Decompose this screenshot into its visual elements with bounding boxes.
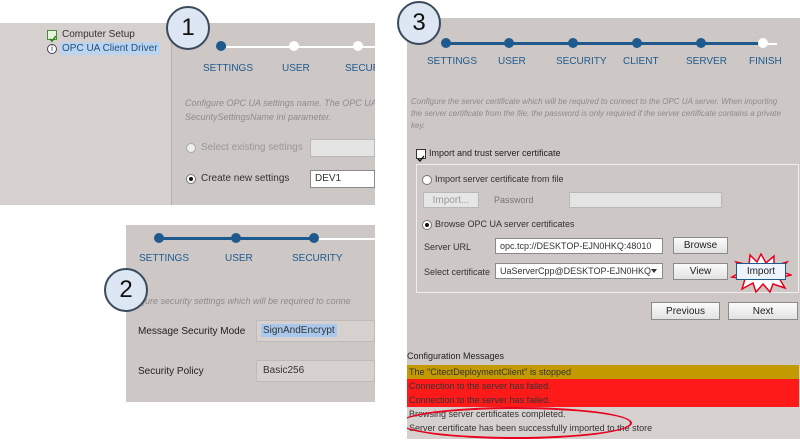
progress-dot-user	[289, 41, 299, 51]
import-from-file-label: Import server certificate from file	[435, 174, 564, 184]
progress-dot-security	[353, 41, 363, 51]
select-certificate-label: Select certificate	[424, 267, 491, 277]
progress-rail-pending	[314, 238, 375, 240]
step-label-server: SERVER	[686, 56, 727, 67]
security-policy-dropdown[interactable]: Basic256	[256, 360, 375, 382]
option-select-existing-label: Select existing settings	[201, 142, 303, 153]
step-badge-number: 1	[181, 14, 195, 41]
radio-select-existing[interactable]	[186, 143, 196, 153]
server-url-label: Server URL	[424, 242, 472, 252]
step-label-user: USER	[225, 253, 253, 264]
panel-server: SETTINGS USER SECURITY CLIENT SERVER FIN…	[407, 18, 800, 439]
step-badge-2: 2	[104, 268, 148, 312]
select-certificate-dropdown[interactable]: UaServerCpp@DESKTOP-EJN0HKQ	[495, 263, 663, 279]
step-label-security: SECURI	[345, 63, 375, 74]
chevron-down-icon	[651, 269, 657, 273]
description-line-2: SecuritySettingsName ini parameter.	[185, 112, 332, 122]
progress-dot-security	[309, 233, 319, 243]
progress-dot-user	[231, 233, 241, 243]
radio-create-new[interactable]	[186, 174, 196, 184]
previous-button[interactable]: Previous	[651, 302, 720, 320]
security-description: gure security settings which will be req…	[140, 296, 351, 306]
step-label-user: USER	[498, 56, 526, 67]
progress-rail-done	[446, 42, 763, 45]
radio-browse-certificates[interactable]	[422, 220, 432, 230]
step-label-settings: SETTINGS	[427, 56, 478, 67]
message-security-mode-label: Message Security Mode	[138, 326, 246, 337]
step-badge-number: 3	[412, 9, 426, 36]
next-button[interactable]: Next	[728, 302, 798, 320]
message-security-mode-value: SignAndEncrypt	[261, 324, 337, 337]
step-label-finish: FINISH	[749, 56, 782, 67]
radio-import-from-file[interactable]	[422, 175, 432, 185]
message-row: Connection to the server has failed.	[407, 393, 799, 407]
step-label-security: SECURITY	[556, 56, 607, 67]
progress-dot-settings	[441, 38, 451, 48]
info-icon: i	[47, 44, 57, 54]
import-certificate-button[interactable]: Import	[736, 263, 786, 280]
import-trust-label: Import and trust server certificate	[429, 148, 561, 158]
server-url-input[interactable]: opc.tcp://DESKTOP-EJN0HKQ:48010	[495, 238, 663, 254]
view-button[interactable]: View	[673, 263, 728, 280]
configuration-messages-title: Configuration Messages	[407, 351, 505, 361]
tree-item-opc-ua-client-driver[interactable]: OPC UA Client Driver	[60, 42, 160, 55]
message-row: The "CitectDeploymentClient" is stopped	[407, 365, 799, 379]
step-badge-1: 1	[166, 6, 210, 50]
step-badge-number: 2	[119, 276, 133, 303]
tree-item-computer-setup[interactable]: Computer Setup	[62, 29, 135, 40]
progress-dot-settings	[154, 233, 164, 243]
message-text: Connection to the server has failed.	[409, 381, 551, 391]
select-certificate-value: UaServerCpp@DESKTOP-EJN0HKQ	[500, 266, 652, 276]
password-label: Password	[494, 195, 534, 205]
message-text: Connection to the server has failed.	[409, 395, 551, 405]
server-description-line-2: the server certificate from the file, th…	[411, 109, 781, 118]
option-create-new-label: Create new settings	[201, 173, 290, 184]
checkmark-icon	[417, 155, 425, 163]
progress-dot-user	[504, 38, 514, 48]
description-line-1: Configure OPC UA settings name. The OPC …	[185, 98, 375, 108]
browse-button[interactable]: Browse	[673, 237, 728, 254]
progress-dot-settings	[216, 41, 226, 51]
message-row: Connection to the server has failed.	[407, 379, 799, 393]
security-policy-value: Basic256	[263, 365, 305, 376]
message-text: The "CitectDeploymentClient" is stopped	[409, 367, 571, 377]
password-input[interactable]	[569, 192, 722, 208]
checkmark-icon	[47, 30, 57, 43]
import-trust-checkbox[interactable]	[416, 149, 426, 163]
progress-dot-server	[696, 38, 706, 48]
step-badge-3: 3	[397, 1, 441, 45]
panel-settings: Computer Setup i OPC UA Client Driver SE…	[0, 23, 375, 205]
browse-certificates-label: Browse OPC UA server certificates	[435, 219, 575, 229]
step-label-client: CLIENT	[623, 56, 659, 67]
highlight-ellipse	[407, 407, 632, 439]
panel-security: SETTINGS USER SECURITY gure security set…	[126, 225, 375, 402]
message-security-mode-dropdown[interactable]: SignAndEncrypt	[256, 320, 375, 342]
progress-dot-client	[632, 38, 642, 48]
new-settings-name-input[interactable]: DEV1	[310, 170, 375, 188]
security-policy-label: Security Policy	[138, 366, 204, 377]
progress-dot-security	[568, 38, 578, 48]
step-label-security: SECURITY	[292, 253, 343, 264]
progress-dot-finish	[758, 38, 768, 48]
server-description-line-3: key.	[411, 121, 426, 130]
step-label-settings: SETTINGS	[139, 253, 190, 264]
server-description-line-1: Configure the server certificate which w…	[411, 97, 778, 106]
import-file-button[interactable]: Import...	[423, 192, 479, 208]
step-label-user: USER	[282, 63, 310, 74]
step-label-settings: SETTINGS	[203, 63, 254, 74]
existing-settings-dropdown[interactable]	[310, 139, 375, 157]
